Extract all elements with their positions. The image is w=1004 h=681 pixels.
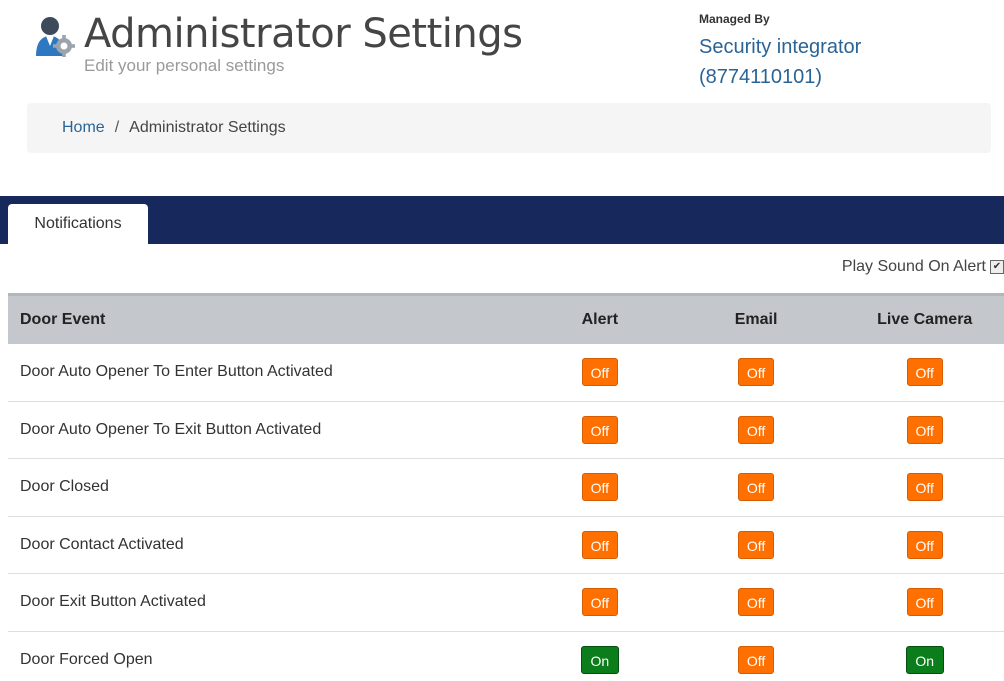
play-sound-checkbox[interactable]: ✔: [990, 260, 1004, 274]
event-name: Door Forced Open: [20, 650, 153, 668]
live-camera-toggle-button[interactable]: On: [905, 645, 944, 674]
live-camera-toggle-button[interactable]: Off: [906, 473, 943, 502]
table-header-row: Door Event Alert Email Live Camera: [8, 293, 1004, 344]
email-toggle-button[interactable]: Off: [738, 530, 775, 559]
live-camera-toggle-button[interactable]: Off: [906, 530, 943, 559]
column-header-live-camera: Live Camera: [845, 293, 1004, 344]
event-name: Door Auto Opener To Exit Button Activate…: [20, 420, 322, 438]
page: Administrator Settings Edit your persona…: [0, 0, 1004, 681]
alert-toggle-button[interactable]: On: [580, 645, 619, 674]
column-header-door-event: Door Event: [8, 293, 534, 344]
header: Administrator Settings Edit your persona…: [0, 0, 1004, 100]
alert-toggle-button[interactable]: Off: [581, 358, 618, 386]
live-camera-toggle-button[interactable]: Off: [906, 358, 943, 386]
breadcrumb: Home / Administrator Settings: [27, 103, 991, 153]
alert-toggle-button[interactable]: Off: [581, 415, 618, 444]
play-sound-option[interactable]: Play Sound On Alert ✔: [842, 258, 1004, 276]
table-row: Door Forced Open On Off On: [8, 631, 1004, 681]
column-header-alert: Alert: [533, 293, 667, 344]
page-subtitle: Edit your personal settings: [84, 56, 285, 75]
breadcrumb-separator: /: [114, 119, 120, 136]
managed-by-name[interactable]: Security integrator: [699, 34, 861, 60]
live-camera-toggle-button[interactable]: Off: [906, 588, 943, 617]
table-row: Door Contact Activated Off Off Off: [8, 516, 1004, 574]
email-toggle-button[interactable]: Off: [738, 358, 775, 386]
email-toggle-button[interactable]: Off: [738, 473, 775, 502]
event-name: Door Exit Button Activated: [20, 593, 206, 611]
event-name: Door Auto Opener To Enter Button Activat…: [20, 363, 333, 380]
admin-user-gear-icon: [36, 17, 75, 57]
breadcrumb-home-link[interactable]: Home: [62, 119, 105, 137]
managed-by-label: Managed By: [699, 12, 770, 26]
managed-by-phone[interactable]: (8774110101): [699, 64, 822, 90]
page-title: Administrator Settings: [84, 11, 523, 57]
table-row: Door Auto Opener To Exit Button Activate…: [8, 401, 1004, 459]
alert-toggle-button[interactable]: Off: [581, 530, 618, 559]
tab-notifications[interactable]: Notifications: [8, 204, 148, 244]
event-name: Door Closed: [20, 478, 109, 496]
event-name: Door Contact Activated: [20, 535, 184, 553]
play-sound-label: Play Sound On Alert: [841, 258, 986, 275]
alert-toggle-button[interactable]: Off: [581, 473, 618, 502]
breadcrumb-current: Administrator Settings: [129, 119, 286, 136]
tab-bar: Notifications: [0, 196, 1004, 244]
email-toggle-button[interactable]: Off: [738, 645, 775, 674]
email-toggle-button[interactable]: Off: [738, 415, 775, 444]
column-header-email: Email: [666, 293, 846, 344]
alert-toggle-button[interactable]: Off: [581, 588, 618, 617]
table-row: Door Auto Opener To Enter Button Activat…: [8, 344, 1004, 401]
email-toggle-button[interactable]: Off: [738, 588, 775, 617]
door-events-table: Door Event Alert Email Live Camera Door …: [8, 293, 1004, 681]
table-row: Door Exit Button Activated Off Off Off: [8, 574, 1004, 631]
table-row: Door Closed Off Off Off: [8, 459, 1004, 516]
live-camera-toggle-button[interactable]: Off: [906, 415, 943, 444]
